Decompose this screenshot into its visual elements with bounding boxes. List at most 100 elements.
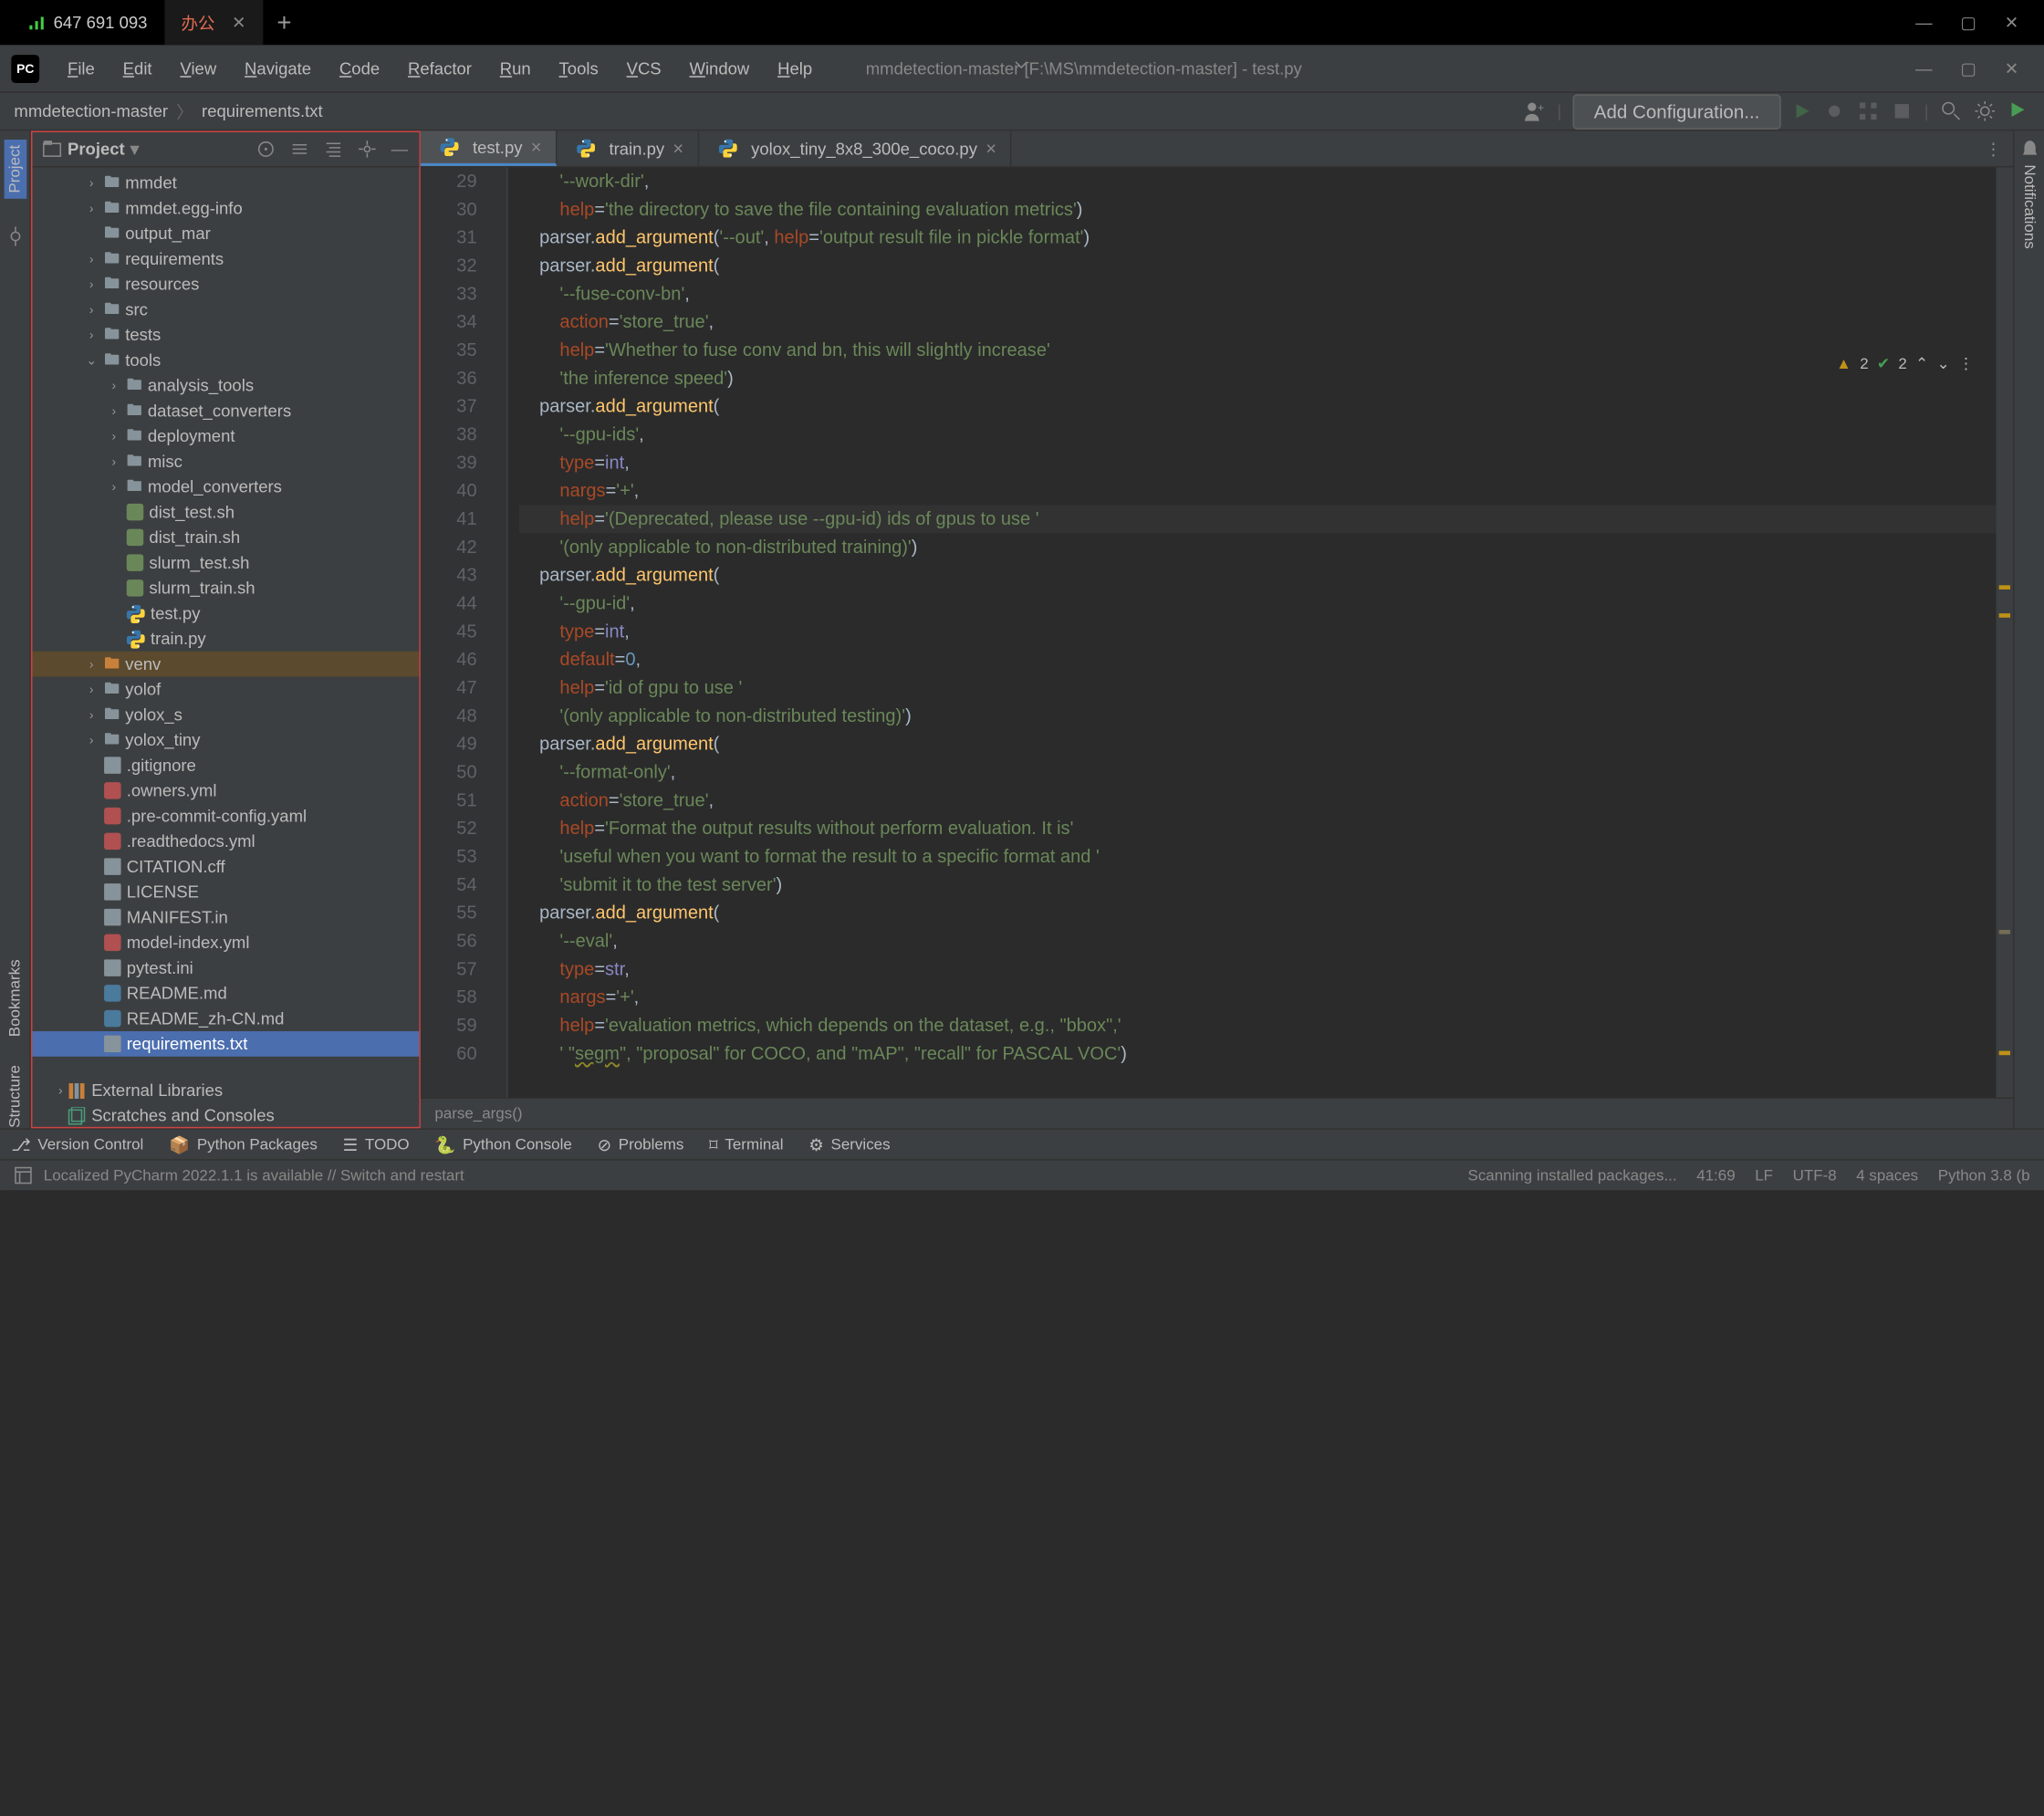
menu-vcs[interactable]: VCS [615,53,673,84]
target-icon[interactable] [256,139,276,159]
stop-icon[interactable] [1891,99,1914,122]
menu-tools[interactable]: Tools [548,53,610,84]
menu-window[interactable]: Window [678,53,760,84]
tree-item-deployment[interactable]: ›🖿deployment [31,423,419,449]
tree-item-misc[interactable]: ›🖿misc [31,449,419,475]
status-message[interactable]: Localized PyCharm 2022.1.1 is available … [44,1167,464,1184]
more-run-icon[interactable] [1857,99,1880,122]
run-anything-icon[interactable] [2008,99,2030,122]
line-ending[interactable]: LF [1755,1167,1773,1184]
interpreter[interactable]: Python 3.8 (b [1938,1167,2030,1184]
tree-item--pre-commit-config-yaml[interactable]: .pre-commit-config.yaml [31,803,419,829]
tool-python-packages[interactable]: 📦Python Packages [169,1134,318,1154]
tool-python-console[interactable]: 🐍Python Console [434,1134,572,1154]
user-add-icon[interactable]: + [1523,99,1546,122]
gear-icon[interactable] [1974,99,1997,122]
tree-item-analysis-tools[interactable]: ›🖿analysis_tools [31,373,419,399]
hide-icon[interactable]: — [391,139,408,159]
browser-tab-2-close[interactable]: ✕ [232,13,246,33]
rail-structure[interactable]: Structure [6,1066,23,1129]
more-icon[interactable]: ⋮ [1958,350,1974,379]
editor-tab-test-py[interactable]: test.py× [421,130,557,166]
tree-item-slurm-train-sh[interactable]: slurm_train.sh [31,576,419,601]
tool-problems[interactable]: ⊘Problems [598,1134,684,1154]
editor-breadcrumb[interactable]: parse_args() [421,1097,2013,1128]
rail-bookmarks[interactable]: Bookmarks [6,960,23,1038]
expand-icon[interactable] [324,139,344,159]
add-configuration-button[interactable]: Add Configuration... [1573,94,1781,130]
tree-item-output-mar[interactable]: 🖿output_mar [31,221,419,246]
up-icon[interactable]: ⌃ [1915,350,1928,379]
menu-view[interactable]: View [169,53,227,84]
encoding[interactable]: UTF-8 [1793,1167,1837,1184]
tree-item-model-index-yml[interactable]: model-index.yml [31,930,419,955]
tree-item-citation-cff[interactable]: CITATION.cff [31,854,419,880]
caret-position[interactable]: 41:69 [1696,1167,1735,1184]
search-icon[interactable] [1940,99,1963,122]
menu-navigate[interactable]: Navigate [234,53,323,84]
scroll-marks[interactable] [1997,167,2013,1097]
tree-item-pytest-ini[interactable]: pytest.ini [31,955,419,981]
maximize-icon[interactable]: ▢ [1960,58,1976,78]
menu-refactor[interactable]: Refactor [397,53,484,84]
editor-tab-train-py[interactable]: train.py× [557,130,699,166]
tree-item--gitignore[interactable]: .gitignore [31,753,419,778]
tree-item-yolox-s[interactable]: ›🖿yolox_s [31,702,419,727]
tree-item-src[interactable]: ›🖿src [31,297,419,322]
editor-tab-yolox_tiny_8x8_300e_coco-py[interactable]: yolox_tiny_8x8_300e_coco.py× [699,130,1012,166]
tree-item-test-py[interactable]: test.py [31,600,419,626]
rail-notifications[interactable]: Notifications [2021,164,2038,248]
chevron-down-icon[interactable] [1013,57,1029,73]
project-tree[interactable]: ›🖿mmdet›🖿mmdet.egg-info🖿output_mar›🖿requ… [31,167,419,1077]
tree-item-yolof[interactable]: ›🖿yolof [31,677,419,703]
minimize-icon[interactable]: — [1915,58,1932,78]
tree-item-dist-train-sh[interactable]: dist_train.sh [31,525,419,550]
browser-tab-1[interactable]: 647 691 093 [11,0,164,45]
tree-item-readme-md[interactable]: README.md [31,981,419,1007]
commit-icon[interactable] [5,227,25,247]
menu-help[interactable]: Help [766,53,824,84]
tab-menu-icon[interactable]: ⋮ [1985,139,2001,159]
tree-item--readthedocs-yml[interactable]: .readthedocs.yml [31,829,419,854]
tool-services[interactable]: ⚙Services [808,1134,890,1154]
tree-item-model-converters[interactable]: ›🖿model_converters [31,475,419,500]
tree-item-manifest-in[interactable]: MANIFEST.in [31,904,419,930]
close-icon[interactable]: ✕ [2005,58,2019,78]
tab-close-icon[interactable]: × [986,138,996,159]
indent[interactable]: 4 spaces [1856,1167,1918,1184]
tree-item-resources[interactable]: ›🖿resources [31,272,419,297]
tool-todo[interactable]: ☰TODO [343,1134,410,1154]
code-area[interactable]: 2930313233343536373839404142434445464748… [421,167,2013,1097]
close-icon[interactable]: ✕ [2005,13,2019,33]
new-tab-button[interactable]: + [263,7,306,37]
menu-run[interactable]: Run [488,53,542,84]
tree-item-yolox-tiny[interactable]: ›🖿yolox_tiny [31,727,419,753]
scratches[interactable]: Scratches and Consoles [31,1103,419,1129]
background-task[interactable]: Scanning installed packages... [1468,1167,1677,1184]
chevron-down-icon[interactable]: ▾ [130,139,139,159]
tree-item-mmdet[interactable]: ›🖿mmdet [31,171,419,196]
tree-item-tests[interactable]: ›🖿tests [31,322,419,348]
tree-item-slurm-test-sh[interactable]: slurm_test.sh [31,550,419,576]
bell-icon[interactable] [2019,140,2039,160]
collapse-icon[interactable] [290,139,310,159]
debug-icon[interactable] [1823,99,1846,122]
tool-windows-icon[interactable] [14,1166,32,1185]
tree-item--owners-yml[interactable]: .owners.yml [31,778,419,804]
breadcrumb-root[interactable]: mmdetection-master [14,101,168,121]
maximize-icon[interactable]: ▢ [1960,13,1976,33]
tree-item-mmdet-egg-info[interactable]: ›🖿mmdet.egg-info [31,195,419,221]
tree-item-license[interactable]: LICENSE [31,880,419,905]
breadcrumb-file[interactable]: requirements.txt [202,101,323,121]
minimize-icon[interactable]: — [1915,13,1932,33]
tool-terminal[interactable]: ⌑Terminal [709,1134,783,1154]
browser-tab-2[interactable]: 办公 ✕ [164,0,263,45]
down-icon[interactable]: ⌄ [1936,350,1949,379]
menu-code[interactable]: Code [328,53,391,84]
inspection-widget[interactable]: ▲2 ✔2 ⌃ ⌄ ⋮ [1836,350,1974,379]
tree-item-venv[interactable]: ›🖿venv [31,652,419,677]
fold-gutter[interactable] [491,167,507,1097]
code-content[interactable]: '--work-dir', help='the directory to sav… [508,167,2014,1097]
settings-icon[interactable] [358,139,378,159]
tree-item-requirements-txt[interactable]: requirements.txt [31,1031,419,1057]
